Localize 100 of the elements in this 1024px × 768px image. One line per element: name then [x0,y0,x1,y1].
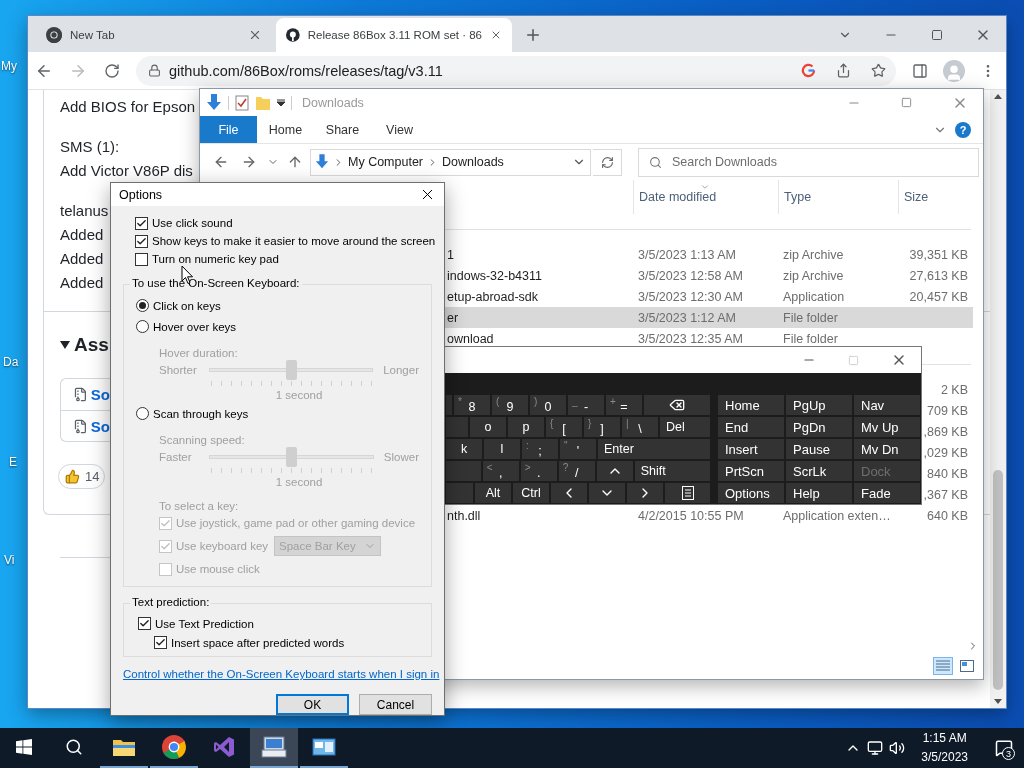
keyboard-key[interactable]: Shift [633,460,711,482]
keyboard-key[interactable]: { [ [545,416,583,438]
radio-button[interactable] [136,299,149,312]
translate-icon[interactable] [801,63,816,78]
scroll-up-icon[interactable] [994,94,1002,99]
start-icon[interactable] [16,739,32,755]
dropdown-caret-icon[interactable] [277,98,285,107]
network-icon[interactable] [867,740,884,756]
file-row[interactable]: ownload 3/5/2023 12:35 AM File folder [441,328,973,349]
back-icon[interactable] [213,154,229,170]
refresh-button[interactable] [593,148,622,176]
search-icon[interactable] [65,738,83,756]
clock[interactable]: 1:15 AM 3/5/2023 [921,729,968,767]
new-tab-icon[interactable] [524,26,542,44]
keyboard-key[interactable] [664,482,711,504]
forward-icon[interactable] [241,154,257,170]
scrollbar-thumb[interactable] [993,470,1003,690]
settings-link[interactable]: Control whether the On-Screen Keyboard starts when I sign in [123,667,440,682]
keyboard-key[interactable]: Options [717,482,785,504]
radio-button[interactable] [136,320,149,333]
ribbon-tab[interactable]: Home [257,116,314,143]
file-row[interactable]: 1 3/5/2023 1:13 AM zip Archive 39,351 KB [441,244,973,265]
keyboard-key[interactable]: ) 0 [529,394,567,416]
file-row[interactable]: etup-abroad-sdk 3/5/2023 12:30 AM Application 20,457 KB [441,286,973,307]
keyboard-key[interactable]: ( 9 [491,394,529,416]
address-field[interactable]: My Computer Downloads [310,148,591,176]
keyboard-key[interactable]: } ] [583,416,621,438]
column-header[interactable]: Date modified [633,180,778,214]
keyboard-key[interactable] [550,482,588,504]
keyboard-key[interactable]: Ctrl [512,482,550,504]
column-header[interactable]: Type [778,180,898,214]
keyboard-key[interactable]: o [469,416,507,438]
breadcrumb-item[interactable]: Downloads [442,155,504,169]
keyboard-key[interactable]: Nav [853,394,921,416]
file-menu-button[interactable]: File [200,116,257,143]
cancel-button[interactable]: Cancel [359,694,432,715]
keyboard-key[interactable]: PgUp [785,394,853,416]
ribbon-tab[interactable]: Share [314,116,371,143]
keyboard-key[interactable]: Enter [597,438,711,460]
keyboard-key[interactable] [626,482,664,504]
keyboard-key[interactable]: < , [481,460,520,482]
keyboard-key[interactable]: Alt [474,482,512,504]
keyboard-key[interactable]: k [445,438,483,460]
keyboard-key[interactable]: | \ [621,416,659,438]
column-header[interactable]: Size [898,180,973,214]
keyboard-key[interactable]: Mv Dn [853,438,921,460]
ok-button[interactable]: OK [276,694,349,715]
keyboard-key[interactable]: Mv Up [853,416,921,438]
keyboard-key[interactable]: + = [605,394,643,416]
checkbox[interactable] [135,216,148,230]
keyboard-key[interactable] [595,460,634,482]
reload-icon[interactable] [104,62,120,79]
checkbox[interactable] [138,617,151,630]
keyboard-key[interactable]: Del [659,416,711,438]
checkbox[interactable] [154,636,167,649]
volume-icon[interactable] [889,740,906,756]
asset-link[interactable]: So [90,386,110,403]
side-panel-icon[interactable] [912,62,928,79]
up-icon[interactable] [287,154,303,170]
browser-tab[interactable]: Release 86Box 3.11 ROM set · 86 [276,18,512,52]
keyboard-key[interactable]: : ; [521,438,559,460]
keyboard-key[interactable] [643,394,711,416]
keyboard-key[interactable]: PrtScn [717,460,785,482]
scrollbar[interactable] [990,90,1006,708]
maximize-icon[interactable] [931,29,943,41]
keyboard-key[interactable]: ScrLk [785,460,853,482]
bookmark-star-icon[interactable] [871,63,886,78]
maximize-icon[interactable] [901,97,912,108]
keyboard-key[interactable]: p [507,416,545,438]
browser-tab[interactable]: New Tab [36,18,272,52]
keyboard-key[interactable]: End [717,416,785,438]
keyboard-key[interactable]: " ' [559,438,597,460]
keyboard-key[interactable]: PgDn [785,416,853,438]
ribbon-tab[interactable]: View [371,116,428,143]
address-bar[interactable]: github.com/86Box/roms/releases/tag/v3.11 [136,55,896,86]
radio-button[interactable] [136,407,149,420]
share-icon[interactable] [836,63,851,78]
checkbox[interactable] [135,234,148,248]
keyboard-key[interactable]: _ - [567,394,605,416]
scroll-down-icon[interactable] [994,699,1002,704]
help-button[interactable]: ? [955,121,971,138]
keyboard-key[interactable]: Insert [717,438,785,460]
search-field[interactable]: Search Downloads [638,147,979,177]
keyboard-key[interactable]: Fade [853,482,921,504]
refresh-icon[interactable] [600,155,614,169]
properties-icon[interactable] [235,94,249,111]
keyboard-key[interactable]: Home [717,394,785,416]
notification-button[interactable]: 3 [984,728,1024,768]
thumbnail-view-button[interactable] [957,657,977,675]
checkbox[interactable] [135,252,148,266]
keyboard-key[interactable]: ? / [557,460,596,482]
file-row[interactable]: indows-32-b4311 3/5/2023 12:58 AM zip Archive 27,613 KB [441,265,973,286]
breadcrumb-item[interactable]: My Computer [348,155,424,169]
keyboard-key[interactable]: * 8 [453,394,491,416]
keyboard-key[interactable]: Pause [785,438,853,460]
collapse-triangle-icon[interactable] [60,341,70,349]
keyboard-key[interactable]: l [483,438,521,460]
keyboard-key[interactable]: Help [785,482,853,504]
taskbar-app[interactable] [250,728,298,768]
keyboard-key[interactable] [588,482,626,504]
